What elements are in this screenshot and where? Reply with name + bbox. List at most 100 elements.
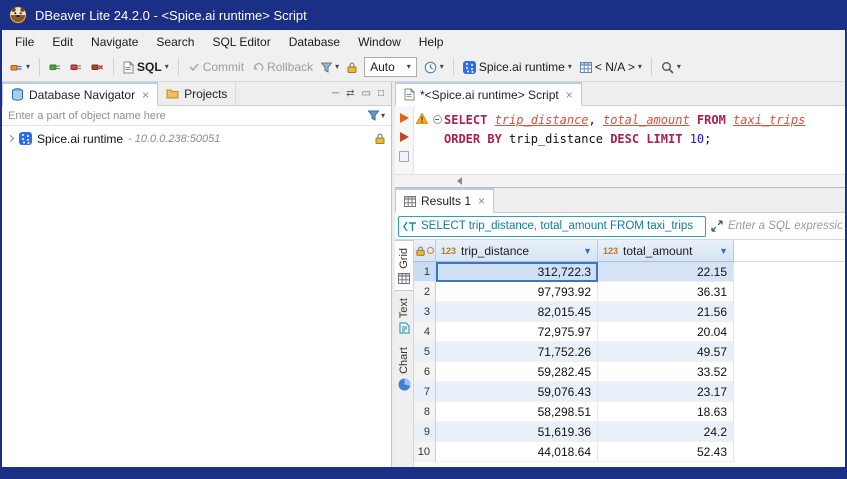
grid-cell[interactable]: 23.17 <box>598 382 734 402</box>
connect-button[interactable] <box>46 58 65 76</box>
fold-collapse-icon[interactable] <box>433 115 442 124</box>
tab-text[interactable]: Text <box>395 291 413 340</box>
row-number[interactable]: 6 <box>414 362 436 382</box>
sql-code[interactable]: SELECT trip_distance, total_amount FROM … <box>444 106 845 174</box>
filter-funnel-icon[interactable] <box>368 110 379 121</box>
explain-plan-icon[interactable] <box>399 151 409 162</box>
table-row[interactable]: 382,015.4521.56 <box>414 302 845 322</box>
object-search-input[interactable] <box>4 110 368 122</box>
editor-hscrollbar[interactable] <box>395 174 845 187</box>
filter-expression-input[interactable] <box>728 220 842 232</box>
row-number[interactable]: 7 <box>414 382 436 402</box>
row-number[interactable]: 2 <box>414 282 436 302</box>
menu-help[interactable]: Help <box>410 32 453 52</box>
row-number[interactable]: 10 <box>414 442 436 462</box>
menu-search[interactable]: Search <box>147 32 203 52</box>
table-row[interactable]: 297,793.9236.31 <box>414 282 845 302</box>
tree-item-spice-runtime[interactable]: Spice.ai runtime - 10.0.0.238:50051 <box>2 129 391 148</box>
table-row[interactable]: 951,619.3624.2 <box>414 422 845 442</box>
rollback-button[interactable]: Rollback <box>249 57 316 77</box>
grid-cell[interactable]: 44,018.64 <box>436 442 598 462</box>
table-row[interactable]: 1044,018.6452.43 <box>414 442 845 462</box>
grid-icon <box>404 196 416 207</box>
close-icon[interactable]: × <box>566 88 573 102</box>
minimize-view-icon[interactable]: ▭ <box>362 88 371 99</box>
grid-cell[interactable]: 52.43 <box>598 442 734 462</box>
row-number[interactable]: 5 <box>414 342 436 362</box>
chevron-down-icon[interactable]: ▾ <box>381 112 385 120</box>
menu-database[interactable]: Database <box>280 32 349 52</box>
menu-file[interactable]: File <box>6 32 43 52</box>
sql-editor-button[interactable]: SQL ▾ <box>120 57 172 77</box>
table-row[interactable]: 1312,722.322.15 <box>414 262 845 282</box>
tab-database-navigator[interactable]: Database Navigator × <box>2 82 158 106</box>
close-icon[interactable]: × <box>478 194 485 208</box>
row-number[interactable]: 3 <box>414 302 436 322</box>
grid-cell[interactable]: 51,619.36 <box>436 422 598 442</box>
code-line[interactable]: ORDER BY trip_distance DESC LIMIT 10; <box>444 130 845 149</box>
tab-results-1[interactable]: Results 1 × <box>395 188 494 213</box>
row-number[interactable]: 9 <box>414 422 436 442</box>
grid-cell[interactable]: 71,752.26 <box>436 342 598 362</box>
scroll-left-icon[interactable] <box>457 177 462 185</box>
dbeaver-window: DBeaver Lite 24.2.0 - <Spice.ai runtime>… <box>0 0 847 479</box>
grid-cell[interactable]: 59,282.45 <box>436 362 598 382</box>
grid-cell[interactable]: 24.2 <box>598 422 734 442</box>
tab-projects[interactable]: Projects <box>158 82 236 105</box>
menu-sql-editor[interactable]: SQL Editor <box>203 32 279 52</box>
grid-cell[interactable]: 82,015.45 <box>436 302 598 322</box>
commit-button[interactable]: Commit <box>185 57 247 77</box>
menu-window[interactable]: Window <box>349 32 410 52</box>
table-row[interactable]: 858,298.5118.63 <box>414 402 845 422</box>
table-row[interactable]: 759,076.4323.17 <box>414 382 845 402</box>
code-line[interactable]: SELECT trip_distance, total_amount FROM … <box>444 111 845 130</box>
grid-corner-button[interactable] <box>414 240 436 262</box>
grid-cell[interactable]: 22.15 <box>598 262 734 282</box>
grid-cell[interactable]: 18.63 <box>598 402 734 422</box>
close-icon[interactable]: × <box>142 88 149 102</box>
tab-chart[interactable]: Chart <box>395 340 413 397</box>
disconnect-button[interactable] <box>67 58 86 76</box>
active-schema-selector[interactable]: < N/A > ▾ <box>577 57 645 77</box>
column-header-trip-distance[interactable]: 123 trip_distance ▼ <box>436 240 598 262</box>
grid-cell[interactable]: 21.56 <box>598 302 734 322</box>
new-connection-button[interactable]: ▾ <box>7 58 33 77</box>
link-with-editor-icon[interactable]: ⇄ <box>346 88 354 99</box>
sort-desc-icon[interactable]: ▼ <box>719 246 728 256</box>
search-button[interactable]: ▾ <box>658 58 684 77</box>
execute-script-icon[interactable] <box>400 132 409 142</box>
menu-edit[interactable]: Edit <box>43 32 82 52</box>
grid-cell[interactable]: 49.57 <box>598 342 734 362</box>
grid-cell[interactable]: 33.52 <box>598 362 734 382</box>
column-header-total-amount[interactable]: 123 total_amount ▼ <box>598 240 734 262</box>
transaction-lock-button[interactable] <box>344 59 360 76</box>
table-row[interactable]: 472,975.9720.04 <box>414 322 845 342</box>
grid-cell[interactable]: 58,298.51 <box>436 402 598 422</box>
execute-statement-icon[interactable] <box>400 113 409 123</box>
chevron-right-icon[interactable] <box>7 135 14 142</box>
maximize-view-icon[interactable]: □ <box>378 88 384 99</box>
sort-desc-icon[interactable]: ▼ <box>583 246 592 256</box>
grid-cell[interactable]: 312,722.3 <box>436 262 598 282</box>
menu-navigate[interactable]: Navigate <box>82 32 147 52</box>
collapse-all-icon[interactable]: ─ <box>332 88 339 99</box>
maximize-results-icon[interactable] <box>711 220 723 232</box>
transaction-filter-button[interactable]: ▾ <box>318 59 342 76</box>
table-row[interactable]: 571,752.2649.57 <box>414 342 845 362</box>
grid-cell[interactable]: 97,793.92 <box>436 282 598 302</box>
grid-cell[interactable]: 20.04 <box>598 322 734 342</box>
table-row[interactable]: 659,282.4533.52 <box>414 362 845 382</box>
tab-grid[interactable]: Grid <box>395 240 413 291</box>
commit-mode-select[interactable]: Auto ▾ <box>364 57 417 77</box>
row-number[interactable]: 8 <box>414 402 436 422</box>
sql-editor[interactable]: SELECT trip_distance, total_amount FROM … <box>395 106 845 174</box>
tab-sql-script[interactable]: *<Spice.ai runtime> Script × <box>395 82 582 106</box>
grid-cell[interactable]: 36.31 <box>598 282 734 302</box>
row-number[interactable]: 1 <box>414 262 436 282</box>
transaction-history-button[interactable]: ▾ <box>421 58 447 77</box>
invalidate-connection-button[interactable] <box>88 58 107 76</box>
row-number[interactable]: 4 <box>414 322 436 342</box>
active-connection-selector[interactable]: Spice.ai runtime ▾ <box>460 57 575 77</box>
grid-cell[interactable]: 59,076.43 <box>436 382 598 402</box>
grid-cell[interactable]: 72,975.97 <box>436 322 598 342</box>
